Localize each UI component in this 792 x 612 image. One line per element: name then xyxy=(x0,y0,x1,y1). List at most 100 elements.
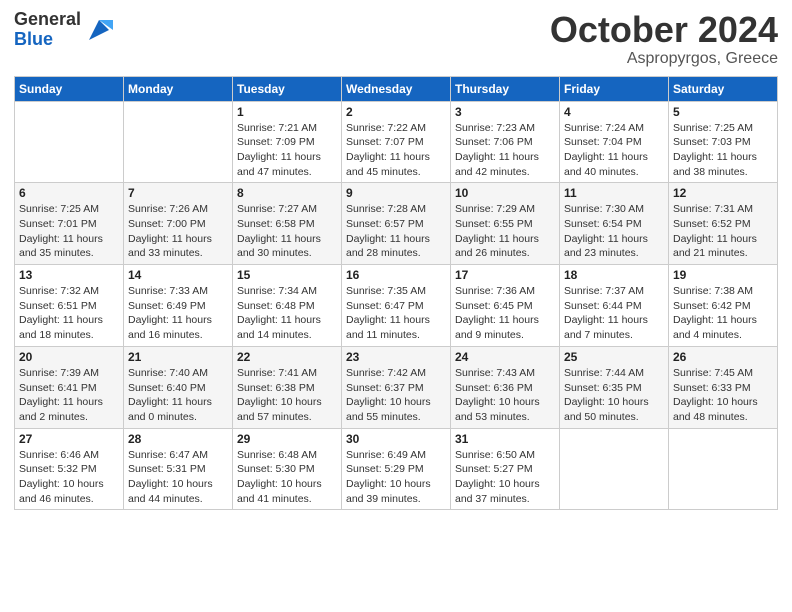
calendar-cell: 15Sunrise: 7:34 AMSunset: 6:48 PMDayligh… xyxy=(233,265,342,347)
sunset-text: Sunset: 6:54 PM xyxy=(564,217,664,232)
day-number: 17 xyxy=(455,268,555,282)
daylight-text: Daylight: 10 hours and 53 minutes. xyxy=(455,395,555,424)
calendar-header-thursday: Thursday xyxy=(451,76,560,101)
sunset-text: Sunset: 6:48 PM xyxy=(237,299,337,314)
sunrise-text: Sunrise: 6:47 AM xyxy=(128,448,228,463)
day-number: 25 xyxy=(564,350,664,364)
sunrise-text: Sunrise: 6:46 AM xyxy=(19,448,119,463)
daylight-text: Daylight: 11 hours and 26 minutes. xyxy=(455,232,555,261)
calendar-cell: 6 Sunrise: 7:25 AMSunset: 7:01 PMDaylight… xyxy=(15,183,124,265)
day-number: 3 xyxy=(455,105,555,119)
day-info: Sunrise: 7:33 AMSunset: 6:49 PMDaylight:… xyxy=(128,284,228,343)
sunset-text: Sunset: 6:52 PM xyxy=(673,217,773,232)
daylight-text: Daylight: 11 hours and 35 minutes. xyxy=(19,232,119,261)
daylight-text: Daylight: 11 hours and 16 minutes. xyxy=(128,313,228,342)
sunset-text: Sunset: 5:29 PM xyxy=(346,462,446,477)
calendar-cell: 21Sunrise: 7:40 AMSunset: 6:40 PMDayligh… xyxy=(124,346,233,428)
day-number: 1 xyxy=(237,105,337,119)
day-info: Sunrise: 7:22 AMSunset: 7:07 PMDaylight:… xyxy=(346,121,446,180)
sunrise-text: Sunrise: 7:36 AM xyxy=(455,284,555,299)
sunset-text: Sunset: 6:41 PM xyxy=(19,381,119,396)
sunrise-text: Sunrise: 6:49 AM xyxy=(346,448,446,463)
calendar-header-friday: Friday xyxy=(560,76,669,101)
sunset-text: Sunset: 6:42 PM xyxy=(673,299,773,314)
day-info: Sunrise: 7:35 AMSunset: 6:47 PMDaylight:… xyxy=(346,284,446,343)
day-info: Sunrise: 7:42 AMSunset: 6:37 PMDaylight:… xyxy=(346,366,446,425)
day-number: 9 xyxy=(346,186,446,200)
daylight-text: Daylight: 11 hours and 30 minutes. xyxy=(237,232,337,261)
calendar-cell: 22Sunrise: 7:41 AMSunset: 6:38 PMDayligh… xyxy=(233,346,342,428)
calendar-cell: 13Sunrise: 7:32 AMSunset: 6:51 PMDayligh… xyxy=(15,265,124,347)
day-number: 11 xyxy=(564,186,664,200)
sunrise-text: Sunrise: 7:30 AM xyxy=(564,202,664,217)
day-number: 22 xyxy=(237,350,337,364)
daylight-text: Daylight: 11 hours and 40 minutes. xyxy=(564,150,664,179)
sunset-text: Sunset: 6:45 PM xyxy=(455,299,555,314)
calendar-cell: 31Sunrise: 6:50 AMSunset: 5:27 PMDayligh… xyxy=(451,428,560,510)
day-info: Sunrise: 7:31 AMSunset: 6:52 PMDaylight:… xyxy=(673,202,773,261)
day-number: 23 xyxy=(346,350,446,364)
month-title: October 2024 xyxy=(550,10,778,50)
day-info: Sunrise: 7:40 AMSunset: 6:40 PMDaylight:… xyxy=(128,366,228,425)
sunrise-text: Sunrise: 7:35 AM xyxy=(346,284,446,299)
sunset-text: Sunset: 6:38 PM xyxy=(237,381,337,396)
day-number: 10 xyxy=(455,186,555,200)
sunset-text: Sunset: 6:57 PM xyxy=(346,217,446,232)
daylight-text: Daylight: 10 hours and 46 minutes. xyxy=(19,477,119,506)
sunset-text: Sunset: 6:36 PM xyxy=(455,381,555,396)
day-number: 8 xyxy=(237,186,337,200)
sunrise-text: Sunrise: 6:50 AM xyxy=(455,448,555,463)
day-number: 29 xyxy=(237,432,337,446)
day-number: 20 xyxy=(19,350,119,364)
calendar-header-tuesday: Tuesday xyxy=(233,76,342,101)
sunrise-text: Sunrise: 7:29 AM xyxy=(455,202,555,217)
daylight-text: Daylight: 10 hours and 41 minutes. xyxy=(237,477,337,506)
daylight-text: Daylight: 11 hours and 2 minutes. xyxy=(19,395,119,424)
daylight-text: Daylight: 11 hours and 28 minutes. xyxy=(346,232,446,261)
sunset-text: Sunset: 5:30 PM xyxy=(237,462,337,477)
logo-general: General xyxy=(14,10,81,30)
daylight-text: Daylight: 10 hours and 55 minutes. xyxy=(346,395,446,424)
calendar-cell: 17 Sunrise: 7:36 AMSunset: 6:45 PMDayligh… xyxy=(451,265,560,347)
day-number: 26 xyxy=(673,350,773,364)
day-info: Sunrise: 6:48 AMSunset: 5:30 PMDaylight:… xyxy=(237,448,337,507)
sunrise-text: Sunrise: 7:32 AM xyxy=(19,284,119,299)
sunset-text: Sunset: 6:44 PM xyxy=(564,299,664,314)
sunrise-text: Sunrise: 7:21 AM xyxy=(237,121,337,136)
day-info: Sunrise: 7:36 AMSunset: 6:45 PMDaylight:… xyxy=(455,284,555,343)
day-info: Sunrise: 7:39 AMSunset: 6:41 PMDaylight:… xyxy=(19,366,119,425)
daylight-text: Daylight: 11 hours and 18 minutes. xyxy=(19,313,119,342)
calendar-cell xyxy=(15,101,124,183)
day-info: Sunrise: 7:24 AMSunset: 7:04 PMDaylight:… xyxy=(564,121,664,180)
calendar-cell: 20 Sunrise: 7:39 AMSunset: 6:41 PMDayligh… xyxy=(15,346,124,428)
title-block: October 2024 Aspropyrgos, Greece xyxy=(550,10,778,68)
calendar-cell: 4Sunrise: 7:24 AMSunset: 7:04 PMDaylight… xyxy=(560,101,669,183)
sunset-text: Sunset: 6:35 PM xyxy=(564,381,664,396)
calendar-cell: 29 Sunrise: 6:48 AMSunset: 5:30 PMDayligh… xyxy=(233,428,342,510)
calendar-cell: 1Sunrise: 7:21 AMSunset: 7:09 PMDaylight… xyxy=(233,101,342,183)
day-info: Sunrise: 7:23 AMSunset: 7:06 PMDaylight:… xyxy=(455,121,555,180)
sunrise-text: Sunrise: 7:25 AM xyxy=(19,202,119,217)
calendar-cell xyxy=(124,101,233,183)
day-info: Sunrise: 6:50 AMSunset: 5:27 PMDaylight:… xyxy=(455,448,555,507)
day-number: 27 xyxy=(19,432,119,446)
page-header: General Blue October 2024 Aspropyrgos, G… xyxy=(14,10,778,68)
sunset-text: Sunset: 5:32 PM xyxy=(19,462,119,477)
calendar-cell: 24Sunrise: 7:43 AMSunset: 6:36 PMDayligh… xyxy=(451,346,560,428)
daylight-text: Daylight: 11 hours and 7 minutes. xyxy=(564,313,664,342)
calendar-cell: 18Sunrise: 7:37 AMSunset: 6:44 PMDayligh… xyxy=(560,265,669,347)
calendar-cell: 14Sunrise: 7:33 AMSunset: 6:49 PMDayligh… xyxy=(124,265,233,347)
day-number: 18 xyxy=(564,268,664,282)
calendar-cell: 8Sunrise: 7:27 AMSunset: 6:58 PMDaylight… xyxy=(233,183,342,265)
day-info: Sunrise: 7:25 AMSunset: 7:01 PMDaylight:… xyxy=(19,202,119,261)
calendar-cell: 27 Sunrise: 6:46 AMSunset: 5:32 PMDayligh… xyxy=(15,428,124,510)
calendar-cell: 11Sunrise: 7:30 AMSunset: 6:54 PMDayligh… xyxy=(560,183,669,265)
day-number: 24 xyxy=(455,350,555,364)
sunset-text: Sunset: 6:49 PM xyxy=(128,299,228,314)
day-number: 6 xyxy=(19,186,119,200)
daylight-text: Daylight: 11 hours and 9 minutes. xyxy=(455,313,555,342)
calendar-row-1: 1Sunrise: 7:21 AMSunset: 7:09 PMDaylight… xyxy=(15,101,778,183)
calendar-header-sunday: Sunday xyxy=(15,76,124,101)
sunset-text: Sunset: 5:27 PM xyxy=(455,462,555,477)
sunrise-text: Sunrise: 7:41 AM xyxy=(237,366,337,381)
